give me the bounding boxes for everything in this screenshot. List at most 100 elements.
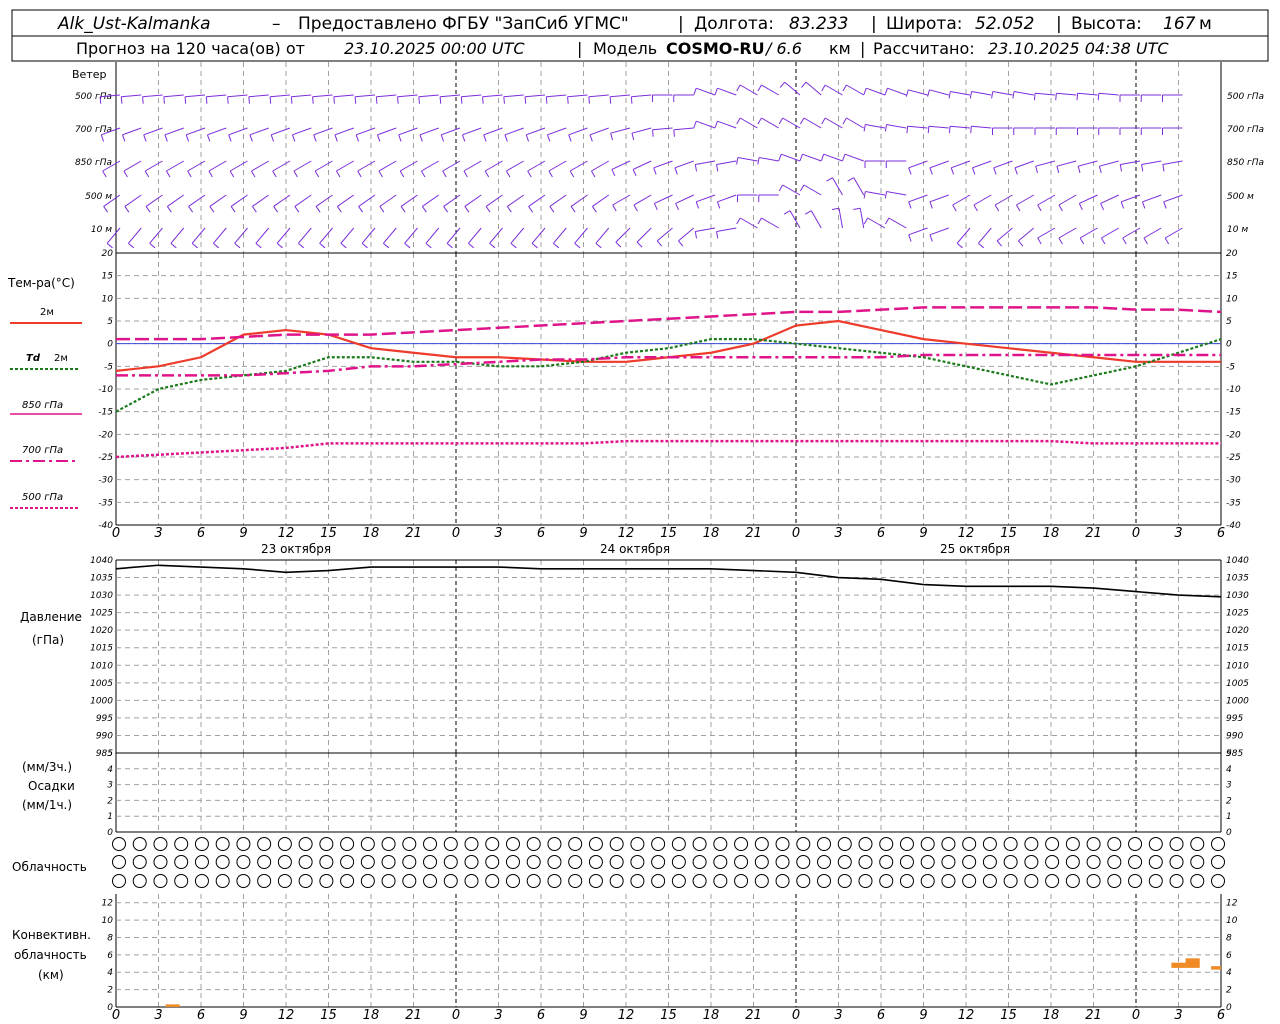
- temp-xtick: 3: [494, 526, 502, 541]
- wind-barb-staff: [312, 94, 333, 98]
- wind-barb-staff: [567, 94, 588, 98]
- wind-barb-staff: [1099, 160, 1119, 167]
- wind-barb-staff: [1162, 160, 1183, 165]
- temp-xtick: 15: [660, 526, 677, 541]
- wind-barb-flag: [461, 134, 466, 142]
- precip-ytick-right: 2: [1226, 796, 1232, 806]
- wind-barb-staff: [213, 227, 227, 244]
- legend-td-a: Td: [26, 353, 41, 364]
- wind-barb-flag: [340, 242, 347, 249]
- wind-barb-flag: [503, 96, 505, 104]
- wind-barb-flag: [334, 134, 338, 142]
- pressure-ytick-left: 990: [96, 731, 113, 741]
- wind-barb-flag: [1100, 203, 1105, 211]
- wind-barb-staff: [187, 160, 206, 172]
- wind-level-right: 850 гПа: [1227, 158, 1264, 168]
- cloud-symbol: [568, 855, 583, 869]
- cloud-symbol: [962, 837, 977, 851]
- wind-barb-staff: [865, 191, 886, 196]
- wind-barb-flag: [272, 170, 277, 178]
- wind-barb-flag: [656, 240, 663, 247]
- wind-barb-flag: [952, 204, 957, 212]
- cloud-symbol: [298, 874, 313, 888]
- cloud-ylabel: Облачность: [12, 860, 87, 874]
- wind-barb-flag: [908, 167, 912, 175]
- model-res-unit: км: [829, 39, 851, 58]
- cloud-symbol: [692, 874, 707, 888]
- wind-barb-staff: [358, 194, 376, 207]
- cloud-symbol: [132, 855, 147, 869]
- wind-barb-staff: [504, 127, 524, 136]
- wind-barb-staff: [510, 227, 525, 244]
- wind-barb-flag: [333, 96, 335, 104]
- wind-barb-staff: [992, 91, 1013, 96]
- wind-barb-flag: [208, 170, 213, 178]
- wind-barb-staff: [228, 127, 248, 136]
- temp-ytick-left: -20: [98, 430, 113, 440]
- pressure-ytick-right: 1020: [1226, 626, 1249, 636]
- wind-barb-flag: [716, 231, 719, 239]
- cloud-symbol: [982, 855, 997, 869]
- wind-barb-staff: [248, 94, 269, 98]
- wind-barb-staff: [462, 127, 482, 136]
- wind-barb-flag: [524, 96, 527, 104]
- wind-barb-flag: [927, 126, 930, 134]
- temp-xtick: 6: [537, 526, 545, 541]
- wind-barb-flag: [694, 164, 698, 172]
- wind-barb-staff: [167, 194, 185, 207]
- wind-level-left: 10 м: [91, 225, 112, 235]
- wind-barb-staff: [674, 160, 694, 169]
- cloud-symbol: [112, 855, 126, 869]
- pressure-ytick-right: 1000: [1226, 696, 1249, 706]
- cloud-symbol: [340, 855, 355, 869]
- wind-barb-flag: [404, 242, 411, 249]
- wind-barb-staff: [1122, 227, 1141, 239]
- wind-level-right: 10 м: [1227, 225, 1248, 235]
- cloud-symbol: [319, 837, 334, 851]
- wind-barb-flag: [694, 231, 698, 239]
- lat-label: Широта:: [886, 14, 962, 34]
- wind-barb-flag: [956, 242, 963, 249]
- wind-barb-flag: [143, 134, 147, 142]
- cloud-symbol: [236, 855, 251, 869]
- wind-barb-staff: [298, 227, 312, 244]
- cloud-symbol: [485, 874, 500, 888]
- cloud-symbol: [1211, 874, 1225, 888]
- wind-barb-flag: [736, 84, 741, 92]
- cloud-symbol: [568, 837, 583, 851]
- cloud-symbol: [1024, 855, 1039, 869]
- sep-3: |: [1056, 14, 1062, 34]
- wind-barb-staff: [652, 127, 673, 131]
- wind-barb-flag: [1100, 237, 1106, 245]
- wind-barb-flag: [144, 170, 150, 178]
- wind-barb-flag: [355, 134, 360, 142]
- wind-barb-staff: [1120, 160, 1141, 165]
- cloud-symbol: [526, 874, 541, 888]
- wind-barb-staff: [782, 184, 801, 196]
- conv-xtick: 3: [494, 1008, 502, 1023]
- cloud-symbol: [609, 837, 624, 851]
- temp-ytick-right: -10: [1226, 385, 1241, 395]
- cloud-symbol: [630, 837, 645, 851]
- wind-barb-flag: [636, 241, 643, 248]
- wind-barb-flag: [99, 96, 102, 104]
- temp-ytick-left: 20: [102, 249, 114, 259]
- wind-barb-staff: [208, 160, 227, 172]
- cloud-symbol: [920, 855, 935, 869]
- precip-ytick-right: 0: [1226, 828, 1232, 838]
- wind-barb-flag: [991, 91, 994, 99]
- cloud-symbol: [505, 855, 520, 869]
- cloud-symbol: [775, 874, 790, 888]
- cloud-symbol: [1107, 874, 1122, 888]
- wind-barb-staff: [442, 160, 461, 172]
- wind-barb-staff: [908, 194, 928, 203]
- wind-barb-staff: [319, 227, 333, 244]
- wind-barb-flag: [482, 96, 484, 104]
- day-label-1: 23 октября: [261, 542, 331, 556]
- wind-barb-flag: [314, 170, 320, 178]
- wind-barb-flag: [102, 170, 107, 178]
- cloud-symbol: [153, 855, 168, 869]
- model-name: COSMO-RU: [666, 39, 765, 58]
- wind-barb-staff: [206, 94, 227, 98]
- wind-barb-staff: [547, 127, 567, 136]
